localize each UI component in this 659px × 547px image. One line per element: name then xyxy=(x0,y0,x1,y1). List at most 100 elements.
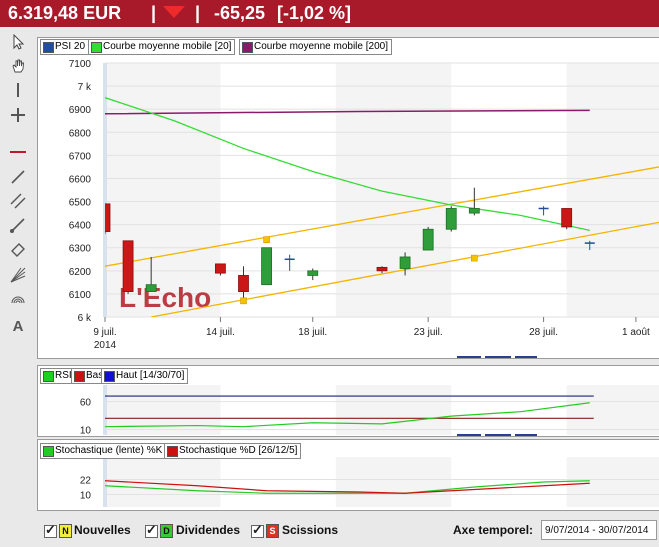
legend-label: Haut [14/30/70] xyxy=(116,370,185,381)
x-tick-label: 23 juil. xyxy=(414,327,443,338)
dividends-badge: D xyxy=(160,524,173,538)
legend-swatch xyxy=(43,371,54,382)
vertical-line-icon[interactable] xyxy=(10,82,26,98)
price-change: -65,25 xyxy=(214,3,266,23)
y-tick-label: 6400 xyxy=(69,221,92,232)
y-tick-label: 6 k xyxy=(78,313,92,324)
candle-body xyxy=(399,256,411,269)
date-range-input[interactable]: 9/07/2014 - 30/07/2014 xyxy=(541,520,657,540)
y-tick-label: 10 xyxy=(80,425,92,436)
news-badge: N xyxy=(59,524,72,538)
candle-body xyxy=(376,266,388,272)
drawing-toolbar: A xyxy=(0,27,37,357)
legend-item-haut[interactable]: Haut [14/30/70] xyxy=(101,368,189,384)
y-tick-label: 6500 xyxy=(69,198,92,209)
plot-left-edge xyxy=(103,385,107,435)
plot-left-edge xyxy=(103,457,107,507)
news-checkbox[interactable] xyxy=(44,522,57,538)
candle-body xyxy=(145,284,157,293)
chart-band xyxy=(105,63,221,317)
legend-item-psi20[interactable]: PSI 20 xyxy=(40,39,90,55)
x-tick-label: 1 août xyxy=(622,327,650,338)
y-tick-label: 60 xyxy=(80,398,92,409)
event-marker xyxy=(240,297,247,305)
legend-label: Courbe moyenne mobile [20] xyxy=(103,41,232,52)
fibonacci-fan-icon[interactable] xyxy=(10,267,26,283)
header-separator: | xyxy=(195,3,201,23)
legend-swatch xyxy=(167,446,178,457)
channel-icon[interactable] xyxy=(10,193,26,209)
crosshair-icon[interactable] xyxy=(10,107,26,123)
y-tick-label: 7100 xyxy=(69,59,92,70)
chart-footer: N Nouvelles D Dividendes S Scissions Axe… xyxy=(0,515,659,547)
fibonacci-arc-icon[interactable] xyxy=(10,291,26,307)
event-marker xyxy=(263,236,270,243)
legend-swatch xyxy=(43,446,54,457)
legend-item-stoch-d[interactable]: Stochastique %D [26/12/5] xyxy=(164,443,302,459)
time-axis-label: Axe temporel: xyxy=(453,523,534,537)
candle-body xyxy=(445,208,457,230)
legend-swatch xyxy=(91,42,102,53)
legend-label: Stochastique (lente) %K xyxy=(55,445,163,456)
ray-icon[interactable] xyxy=(10,217,26,233)
splits-label[interactable]: Scissions xyxy=(282,523,338,537)
legend-item-stoch-k[interactable]: Stochastique (lente) %K xyxy=(40,443,167,459)
cursor-icon[interactable] xyxy=(10,34,26,50)
candle-body xyxy=(561,208,573,228)
legend-item-ma200[interactable]: Courbe moyenne mobile [200] xyxy=(239,39,392,55)
legend-swatch xyxy=(104,371,115,382)
header-separator: | xyxy=(151,3,157,23)
y-tick-label: 10 xyxy=(80,491,92,502)
splits-checkbox[interactable] xyxy=(251,522,264,538)
candle-body xyxy=(468,208,480,214)
x-tick-label: 9 juil. xyxy=(93,327,116,338)
chart-band xyxy=(335,385,452,435)
splits-badge: S xyxy=(266,524,279,538)
legend-label: Courbe moyenne mobile [200] xyxy=(254,41,388,52)
candle-body xyxy=(261,247,272,286)
candle-body xyxy=(215,263,226,274)
y-tick-label: 6800 xyxy=(69,128,92,139)
legend-label: PSI 20 xyxy=(55,41,86,52)
legend-label: RSI xyxy=(55,370,72,381)
rectangle-icon[interactable] xyxy=(10,242,26,258)
legend-item-ma20[interactable]: Courbe moyenne mobile [20] xyxy=(88,39,236,55)
legend-label: Stochastique %D [26/12/5] xyxy=(179,445,298,456)
y-tick-label: 6100 xyxy=(69,290,92,301)
down-arrow-icon xyxy=(163,6,185,18)
hand-icon[interactable] xyxy=(10,58,26,74)
horizontal-line-icon[interactable] xyxy=(10,144,26,160)
chart-band xyxy=(105,385,221,435)
candle-body xyxy=(422,228,434,251)
legend-swatch xyxy=(74,371,85,382)
candle-body xyxy=(122,240,134,293)
last-price: 6.319,48 EUR xyxy=(8,3,122,23)
y-tick-label: 6700 xyxy=(69,151,92,162)
price-chart[interactable]: 7100 7 k 6900 6800 6700 6600 6500 6400 6300 6200 6… xyxy=(37,37,659,359)
chart-band xyxy=(566,385,659,435)
legend-swatch xyxy=(43,42,54,53)
candle-body xyxy=(238,275,249,293)
x-tick-label: 28 juil. xyxy=(529,327,558,338)
event-marker xyxy=(471,254,478,262)
y-tick-label: 6200 xyxy=(69,267,92,278)
x-tick-label: 18 juil. xyxy=(298,327,327,338)
y-tick-label: 6900 xyxy=(69,105,92,116)
news-label[interactable]: Nouvelles xyxy=(74,523,131,537)
chart-band xyxy=(335,457,452,507)
svg-text:A: A xyxy=(13,318,24,333)
y-tick-label: 6600 xyxy=(69,174,92,185)
trend-line-icon[interactable] xyxy=(10,169,26,185)
y-tick-label: 7 k xyxy=(78,82,92,93)
chart-band xyxy=(566,63,659,317)
x-tick-sublabel: 2014 xyxy=(94,340,117,351)
y-tick-label: 6300 xyxy=(69,244,92,255)
text-icon[interactable]: A xyxy=(10,317,26,333)
quote-header: 6.319,48 EUR | | -65,25 [-1,02 %] xyxy=(0,0,659,27)
plot-left-edge xyxy=(103,63,107,317)
candle-body xyxy=(105,203,111,232)
dividends-label[interactable]: Dividendes xyxy=(176,523,240,537)
dividends-checkbox[interactable] xyxy=(145,522,158,538)
y-tick-label: 22 xyxy=(80,476,92,487)
chart-band xyxy=(566,457,659,507)
